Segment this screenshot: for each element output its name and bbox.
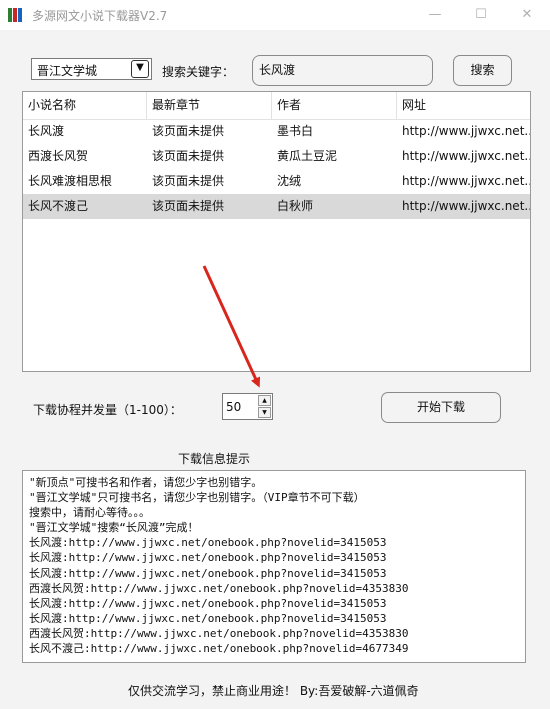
spin-down-icon[interactable]: ▼ bbox=[258, 407, 271, 418]
log-line: 长风不渡己:http://www.jjwxc.net/onebook.php?n… bbox=[29, 642, 409, 656]
log-line: 长风渡:http://www.jjwxc.net/onebook.php?nov… bbox=[29, 566, 387, 580]
log-line: 长风渡:http://www.jjwxc.net/onebook.php?nov… bbox=[29, 611, 387, 625]
log-line: 长风渡:http://www.jjwxc.net/onebook.php?nov… bbox=[29, 551, 387, 565]
log-line: 长风渡:http://www.jjwxc.net/onebook.php?nov… bbox=[29, 536, 387, 550]
concurrency-spinbox[interactable]: 50 ▲ ▼ bbox=[222, 393, 273, 420]
log-line: "新顶点"可搜书名和作者，请您少字也别错字。 bbox=[29, 476, 263, 489]
concurrency-value: 50 bbox=[226, 400, 242, 414]
log-line: "晋江文学城"只可搜书名，请您少字也别错字。（VIP章节不可下载） bbox=[29, 491, 365, 505]
start-download-button[interactable]: 开始下载 bbox=[381, 392, 501, 423]
log-line: 搜索中，请耐心等待。。。 bbox=[29, 506, 150, 520]
log-line: 西渡长风贺:http://www.jjwxc.net/onebook.php?n… bbox=[29, 626, 409, 640]
footer-credit: 仅供交流学习，禁止商业用途！ By:吾爱破解-六道佩奇 bbox=[128, 684, 419, 698]
log-line: 长风渡:http://www.jjwxc.net/onebook.php?nov… bbox=[29, 596, 387, 610]
download-info-title: 下载信息提示 bbox=[178, 452, 251, 466]
download-log[interactable]: "新顶点"可搜书名和作者，请您少字也别错字。 "晋江文学城"只可搜书名，请您少字… bbox=[22, 470, 526, 663]
log-line: "晋江文学城"搜索“长风渡”完成！ bbox=[29, 521, 199, 535]
concurrency-label: 下载协程并发量（1-100）： bbox=[33, 403, 182, 417]
spin-up-icon[interactable]: ▲ bbox=[258, 395, 271, 406]
log-line: 西渡长风贺:http://www.jjwxc.net/onebook.php?n… bbox=[29, 581, 409, 595]
